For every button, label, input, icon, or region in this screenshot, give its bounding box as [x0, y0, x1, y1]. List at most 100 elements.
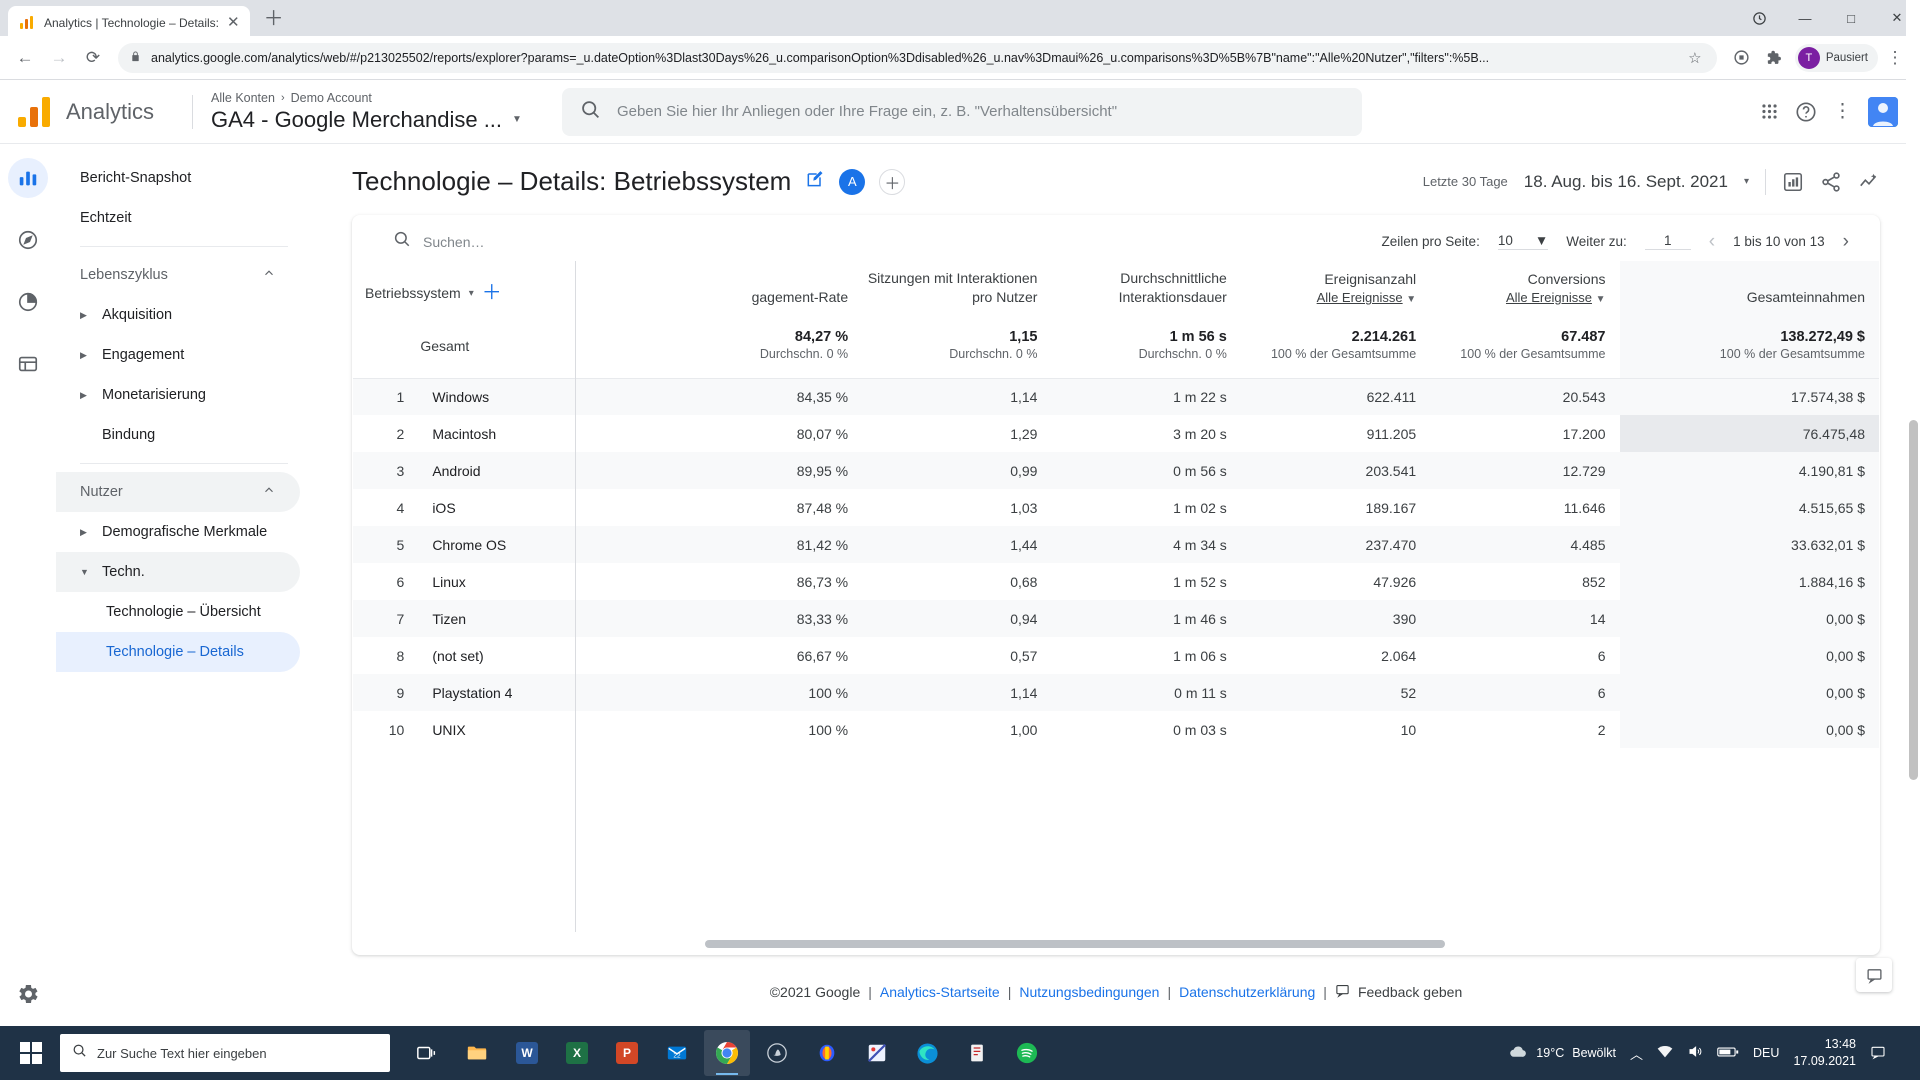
start-button[interactable]: [4, 1026, 58, 1080]
browser-tab[interactable]: Analytics | Technologie – Details: ✕: [8, 6, 250, 39]
sidebar-item-techn[interactable]: ▼ Techn.: [56, 552, 300, 592]
table-row[interactable]: 10 UNIX 100 % 1,00 0 m 03 s 10 2 0,00 $: [353, 711, 1879, 749]
word-icon[interactable]: W: [504, 1030, 550, 1076]
conversions-filter-link[interactable]: Alle Ereignisse: [1506, 290, 1592, 305]
media-icon[interactable]: [1727, 43, 1757, 73]
tray-expand-icon[interactable]: ︿: [1630, 1044, 1643, 1063]
maximize-button[interactable]: □: [1828, 2, 1874, 34]
forward-icon[interactable]: →: [44, 43, 74, 73]
sidebar-item-echtzeit[interactable]: Echtzeit: [56, 198, 300, 238]
rail-explore-icon[interactable]: [8, 220, 48, 260]
column-header-avg-engagement-time[interactable]: Durchschnittliche Interaktionsdauer: [1051, 261, 1240, 317]
insights-icon[interactable]: [1858, 171, 1880, 193]
paint-net-icon[interactable]: [854, 1030, 900, 1076]
battery-icon[interactable]: [1717, 1046, 1739, 1061]
address-bar[interactable]: analytics.google.com/analytics/web/#/p21…: [118, 42, 1717, 73]
new-tab-icon[interactable]: ＋: [260, 2, 288, 30]
row-dimension[interactable]: (not set): [420, 637, 672, 674]
column-header-conversions[interactable]: Conversions Alle Ereignisse ▼: [1430, 261, 1619, 317]
table-row[interactable]: 3 Android 89,95 % 0,99 0 m 56 s 203.541 …: [353, 452, 1879, 490]
column-header-sessions-per-user[interactable]: Sitzungen mit Interaktionen pro Nutzer: [862, 261, 1051, 317]
footer-link-privacy[interactable]: Datenschutzerklärung: [1179, 984, 1315, 1000]
page-scrollbar-thumb[interactable]: [1909, 420, 1918, 780]
analytics-branding[interactable]: Analytics: [0, 96, 190, 127]
column-header-event-count[interactable]: Ereignisanzahl Alle Ereignisse ▼: [1241, 261, 1430, 317]
table-search[interactable]: Suchen…: [393, 230, 623, 253]
task-view-icon[interactable]: [404, 1030, 450, 1076]
dimension-column-header[interactable]: Betriebssystem ▾ ＋: [353, 261, 673, 317]
table-row[interactable]: 8 (not set) 66,67 % 0,57 1 m 06 s 2.064 …: [353, 637, 1879, 675]
comparison-badge-a[interactable]: A: [839, 168, 866, 195]
column-header-total-revenue[interactable]: Gesamteinnahmen: [1619, 261, 1879, 317]
add-dimension-icon[interactable]: ＋: [482, 280, 502, 307]
notifications-icon[interactable]: [1870, 1044, 1886, 1063]
row-dimension[interactable]: Macintosh: [420, 415, 672, 452]
chevron-down-icon[interactable]: ▼: [1406, 294, 1416, 305]
sidebar-item-bindung[interactable]: Bindung: [56, 415, 300, 455]
column-header-engagement-rate[interactable]: gagement-Rate: [673, 261, 862, 317]
breadcrumb-all-accounts[interactable]: Alle Konten: [211, 91, 275, 105]
floating-feedback-button[interactable]: [1856, 958, 1892, 992]
network-icon[interactable]: [1657, 1045, 1673, 1062]
clock-widget[interactable]: 13:48 17.09.2021: [1793, 1036, 1856, 1070]
bookmark-star-icon[interactable]: ☆: [1685, 43, 1705, 73]
sidebar-item-akquisition[interactable]: ▶ Akquisition: [56, 295, 300, 335]
sidebar-item-monetarisierung[interactable]: ▶ Monetarisierung: [56, 375, 300, 415]
breadcrumb-account[interactable]: Demo Account: [291, 91, 372, 105]
minimize-button[interactable]: —: [1782, 2, 1828, 34]
event-count-filter-link[interactable]: Alle Ereignisse: [1317, 290, 1403, 305]
user-avatar[interactable]: [1868, 96, 1898, 127]
volume-icon[interactable]: [1687, 1044, 1703, 1062]
show-desktop-button[interactable]: [1900, 1026, 1906, 1080]
next-page-icon[interactable]: ›: [1843, 231, 1849, 253]
extensions-puzzle-icon[interactable]: [1759, 43, 1789, 73]
scrollbar-thumb[interactable]: [705, 940, 1445, 948]
account-selector[interactable]: Alle Konten › Demo Account GA4 - Google …: [211, 91, 522, 133]
reader-icon[interactable]: [954, 1030, 1000, 1076]
row-dimension[interactable]: Chrome OS: [420, 526, 672, 563]
sidebar-section-nutzer[interactable]: Nutzer: [56, 472, 300, 512]
add-comparison-button[interactable]: ＋: [879, 168, 906, 195]
share-icon[interactable]: [1820, 171, 1842, 193]
sidebar-item-bericht-snapshot[interactable]: Bericht-Snapshot: [56, 158, 300, 198]
chrome-icon[interactable]: [704, 1030, 750, 1076]
rows-per-page-select[interactable]: 10 ▼: [1497, 233, 1549, 250]
table-row[interactable]: 9 Playstation 4 100 % 1,14 0 m 11 s 52 6…: [353, 674, 1879, 712]
powerpoint-icon[interactable]: P: [604, 1030, 650, 1076]
edit-comparison-icon[interactable]: [1782, 171, 1804, 193]
taskbar-search-box[interactable]: Zur Suche Text hier eingeben: [60, 1034, 390, 1072]
back-icon[interactable]: ←: [10, 43, 40, 73]
property-row[interactable]: GA4 - Google Merchandise ... ▼: [211, 107, 522, 133]
previous-page-icon[interactable]: ‹: [1709, 231, 1715, 253]
date-range-chevron-icon[interactable]: ▾: [1744, 176, 1749, 187]
sidebar-section-lebenszyklus[interactable]: Lebenszyklus: [56, 255, 300, 295]
row-dimension[interactable]: UNIX: [420, 711, 672, 748]
file-explorer-icon[interactable]: [454, 1030, 500, 1076]
discord-icon[interactable]: [754, 1030, 800, 1076]
browser-profile-button[interactable]: T Pausiert: [1794, 43, 1878, 72]
sidebar-item-engagement[interactable]: ▶ Engagement: [56, 335, 300, 375]
window-extra-icon[interactable]: [1736, 2, 1782, 34]
rail-reports-icon[interactable]: [8, 158, 48, 198]
date-range-value[interactable]: 18. Aug. bis 16. Sept. 2021: [1524, 172, 1728, 192]
keyboard-language[interactable]: DEU: [1753, 1046, 1779, 1060]
table-row[interactable]: 5 Chrome OS 81,42 % 1,44 4 m 34 s 237.47…: [353, 526, 1879, 564]
apps-grid-icon[interactable]: [1760, 102, 1779, 121]
footer-link-home[interactable]: Analytics-Startseite: [880, 984, 1000, 1000]
excel-icon[interactable]: X: [554, 1030, 600, 1076]
analytics-search-box[interactable]: Geben Sie hier Ihr Anliegen oder Ihre Fr…: [561, 87, 1362, 136]
rail-advertising-icon[interactable]: [8, 282, 48, 322]
spotify-icon[interactable]: [1004, 1030, 1050, 1076]
weather-widget[interactable]: 19°C Bewölkt: [1508, 1044, 1616, 1063]
row-dimension[interactable]: Linux: [420, 563, 672, 600]
row-dimension[interactable]: Playstation 4: [420, 674, 672, 711]
chevron-down-icon[interactable]: ▼: [1596, 294, 1606, 305]
goto-page-input[interactable]: 1: [1644, 233, 1691, 250]
row-dimension[interactable]: iOS: [420, 489, 672, 526]
table-row[interactable]: 1 Windows 84,35 % 1,14 1 m 22 s 622.411 …: [353, 378, 1879, 416]
table-row[interactable]: 6 Linux 86,73 % 0,68 1 m 52 s 47.926 852…: [353, 563, 1879, 601]
page-scrollbar[interactable]: [1906, 0, 1920, 1080]
row-dimension[interactable]: Android: [420, 452, 672, 489]
mail-icon[interactable]: 22: [654, 1030, 700, 1076]
more-options-icon[interactable]: ⋮: [1833, 100, 1852, 123]
